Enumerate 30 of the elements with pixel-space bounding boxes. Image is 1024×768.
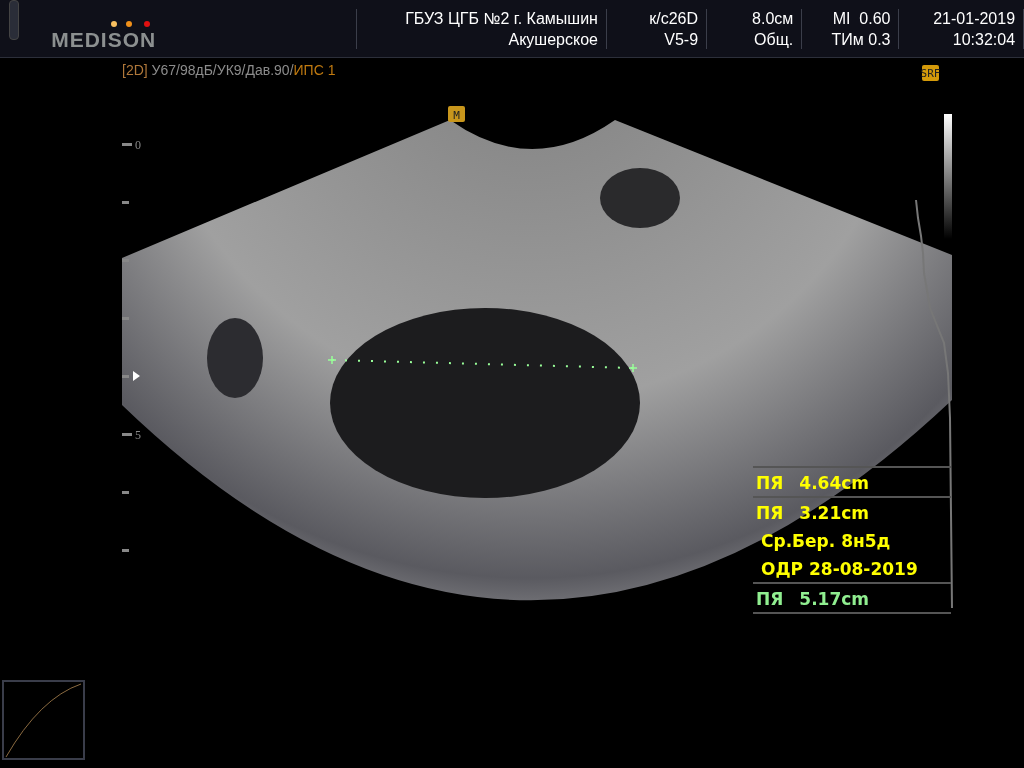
focus-marker-icon xyxy=(133,371,140,381)
info-text: MI 0.60 xyxy=(832,8,891,29)
preset-name: Акушерское xyxy=(508,29,598,50)
info-text: 21-01-2019 xyxy=(933,8,1016,29)
info-text: к/с26D xyxy=(649,8,699,29)
depth-tick xyxy=(122,491,129,494)
depth-label: 0 xyxy=(135,138,141,152)
calculation-result: ОДР 28-08-2019 xyxy=(761,559,918,579)
info-text: ТИм 0.3 xyxy=(831,29,891,50)
info-text: V5-9 xyxy=(664,29,699,50)
measurement-value: 3.21cm xyxy=(799,503,870,523)
info-text: Общ. xyxy=(754,29,794,50)
depth-tick xyxy=(122,549,129,552)
info-text: 8.0см xyxy=(752,8,794,29)
info-text: 10:32:04 xyxy=(952,29,1016,50)
institution-name: ГБУЗ ЦГБ №2 г. Камышин xyxy=(405,8,598,29)
depth-tick xyxy=(122,433,132,436)
calculation-result: Ср.Бер. 8н5д xyxy=(761,531,891,551)
depth-tick xyxy=(122,375,129,378)
measurement-value: 5.17cm xyxy=(799,589,870,609)
measurement-label: ПЯ xyxy=(756,503,784,523)
depth-label: 5 xyxy=(135,428,141,442)
dots-icon xyxy=(110,19,151,28)
depth-tick xyxy=(122,143,132,146)
measurement-label: ПЯ xyxy=(756,473,784,493)
imaging-parameters: [2D] У67/98дБ/УК9/Дав.90/ИПС 1 xyxy=(122,62,336,78)
orientation-marker: M xyxy=(448,106,465,122)
brand-logo: MEDISON xyxy=(51,27,157,52)
depth-tick xyxy=(122,201,129,204)
measurement-label: ПЯ xyxy=(756,589,784,609)
